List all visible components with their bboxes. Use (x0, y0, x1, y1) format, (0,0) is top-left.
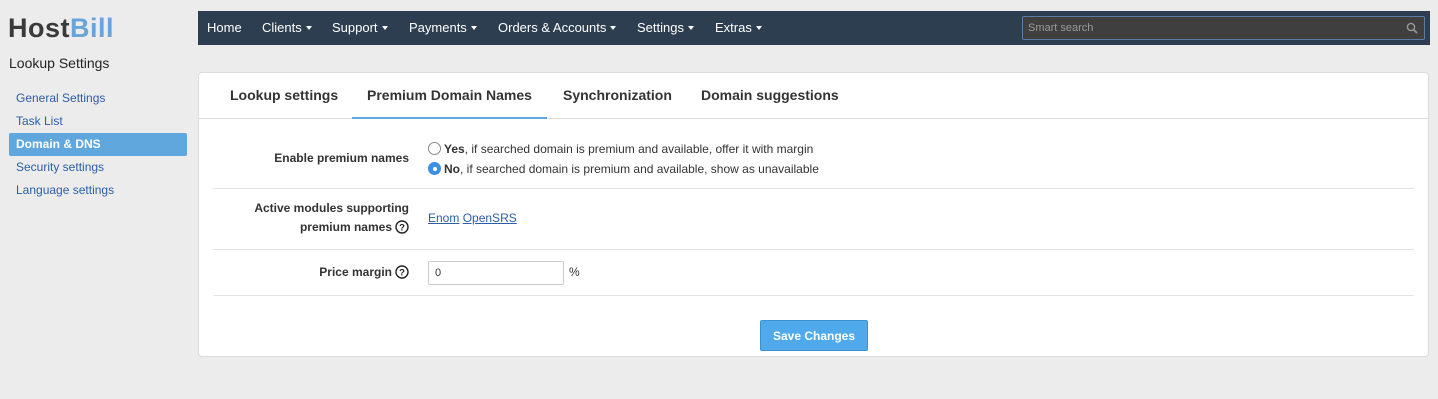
logo-host-text: Host (8, 13, 70, 43)
svg-text:?: ? (399, 267, 405, 278)
nav-settings[interactable]: Settings (637, 11, 694, 45)
option-yes-text: , if searched domain is premium and avai… (464, 142, 814, 156)
price-margin-unit: % (569, 265, 580, 279)
radio-yes[interactable] (428, 142, 441, 156)
price-margin-row: Price margin? % (213, 250, 1414, 296)
price-margin-label: Price margin (319, 265, 392, 279)
save-changes-button[interactable]: Save Changes (760, 320, 868, 351)
module-links: Enom OpenSRS (428, 211, 517, 225)
nav-payments[interactable]: Payments (409, 11, 477, 45)
caret-down-icon (755, 25, 762, 30)
nav-settings-label: Settings (637, 20, 684, 35)
option-no-text: , if searched domain is premium and avai… (460, 162, 819, 176)
sidebar-title: Lookup Settings (9, 55, 110, 71)
caret-down-icon (610, 25, 617, 30)
tab-lookup-settings[interactable]: Lookup settings (215, 73, 353, 119)
sidebar-item-domain-dns[interactable]: Domain & DNS (9, 133, 187, 156)
active-modules-label-line2: premium names (299, 220, 392, 234)
nav-clients-label: Clients (262, 20, 302, 35)
nav-clients[interactable]: Clients (262, 11, 312, 45)
sidebar-item-security-settings[interactable]: Security settings (9, 156, 187, 179)
option-no[interactable]: No, if searched domain is premium and av… (428, 162, 819, 176)
enable-premium-label: Enable premium names (274, 151, 409, 165)
sidebar-item-language-settings[interactable]: Language settings (9, 179, 187, 202)
nav-orders-accounts[interactable]: Orders & Accounts (498, 11, 617, 45)
search-icon[interactable] (1406, 22, 1418, 34)
price-margin-input[interactable] (428, 261, 564, 285)
question-circle-icon[interactable]: ? (395, 265, 409, 279)
nav-home-label: Home (207, 20, 242, 35)
hostbill-logo[interactable]: HostBill (8, 12, 114, 44)
module-link-enom[interactable]: Enom (428, 211, 459, 225)
question-circle-icon[interactable]: ? (395, 220, 409, 234)
sidebar-menu: General Settings Task List Domain & DNS … (9, 87, 187, 202)
top-navigation: Home Clients Support Payments Orders & A… (198, 11, 1430, 45)
caret-down-icon (470, 25, 477, 30)
active-modules-label-line1: Active modules supporting (254, 201, 409, 215)
option-yes[interactable]: Yes, if searched domain is premium and a… (428, 142, 813, 156)
price-margin-label-wrap: Price margin? (319, 263, 409, 282)
nav-orders-accounts-label: Orders & Accounts (498, 20, 607, 35)
nav-payments-label: Payments (409, 20, 467, 35)
tab-domain-suggestions[interactable]: Domain suggestions (686, 73, 854, 119)
nav-home[interactable]: Home (207, 11, 242, 45)
sidebar-item-task-list[interactable]: Task List (9, 110, 187, 133)
caret-down-icon (381, 25, 388, 30)
module-link-opensrs[interactable]: OpenSRS (463, 211, 517, 225)
svg-text:?: ? (399, 222, 405, 233)
tab-premium-domain-names[interactable]: Premium Domain Names (352, 73, 547, 119)
nav-support-label: Support (332, 20, 378, 35)
smart-search-input[interactable] (1023, 17, 1393, 39)
caret-down-icon (687, 25, 694, 30)
logo-bill-text: Bill (70, 13, 115, 43)
enable-premium-row: Enable premium names Yes, if searched do… (213, 132, 1414, 189)
option-no-bold: No (444, 162, 460, 176)
option-yes-bold: Yes (444, 142, 465, 156)
tab-synchronization[interactable]: Synchronization (548, 73, 687, 119)
active-modules-row: Active modules supporting premium names?… (213, 189, 1414, 250)
radio-no[interactable] (428, 162, 441, 176)
smart-search (1022, 16, 1425, 40)
tab-bar: Lookup settings Premium Domain Names Syn… (199, 73, 1428, 119)
caret-down-icon (305, 25, 312, 30)
settings-panel: Lookup settings Premium Domain Names Syn… (198, 72, 1429, 357)
nav-support[interactable]: Support (332, 11, 388, 45)
active-modules-label: Active modules supporting premium names? (254, 199, 409, 237)
sidebar-item-general-settings[interactable]: General Settings (9, 87, 187, 110)
nav-extras-label: Extras (715, 20, 752, 35)
nav-extras[interactable]: Extras (715, 11, 762, 45)
